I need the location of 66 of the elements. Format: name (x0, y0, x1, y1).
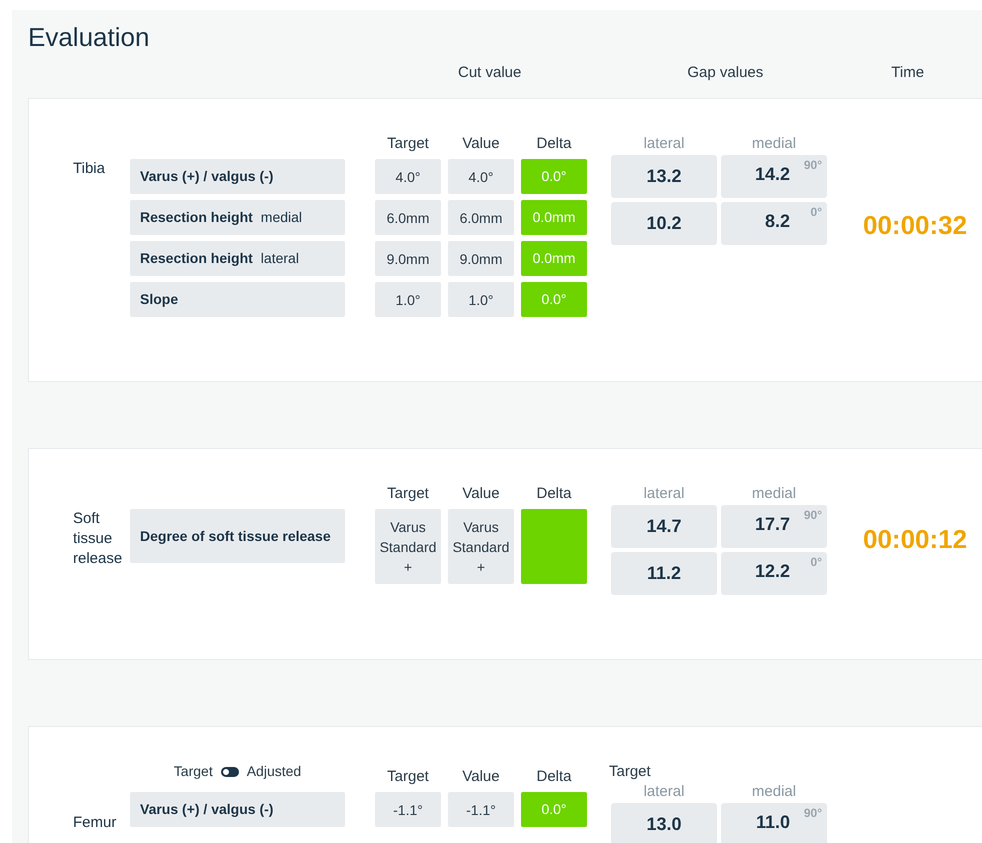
column-header: Delta (535, 767, 573, 786)
gap-header: lateral (642, 782, 686, 801)
angle-label: 90° (802, 807, 822, 819)
delta-cell: 0.0mm (521, 200, 587, 235)
gap-cell: 11.0 90° (721, 803, 827, 843)
value-cell: 4.0° (448, 159, 514, 194)
gap-cell: 12.2 0° (721, 552, 827, 595)
page-title: Evaluation (28, 22, 150, 52)
target-cell: -1.1° (375, 792, 441, 827)
gap-cell: 8.2 0° (721, 202, 827, 245)
target-cell: Varus Standard + (375, 509, 441, 584)
section-label: Soft tissue release (73, 509, 124, 569)
delta-cell: 0.0° (521, 792, 587, 827)
row-label: Resection height lateral (130, 241, 345, 276)
delta-cell: 0.0mm (521, 241, 587, 276)
gap-header: lateral (642, 484, 686, 503)
column-header: Target (386, 767, 430, 786)
gap-cell: 14.7 (611, 505, 717, 548)
column-header: Value (461, 134, 501, 153)
value-cell: Varus Standard + (448, 509, 514, 584)
gap-cell: 13.0 (611, 803, 717, 843)
toggle-label: Adjusted (246, 762, 302, 781)
row-label: Slope (130, 282, 345, 317)
gap-header: medial (750, 484, 798, 503)
gap-cell: 10.2 (611, 202, 717, 245)
value-cell: 9.0mm (448, 241, 514, 276)
elapsed-time: 00:00:12 (863, 522, 968, 556)
delta-cell: 0.0° (521, 159, 587, 194)
column-header: Delta (535, 134, 573, 153)
gap-cell: 11.2 (611, 552, 717, 595)
gap-cell: 17.7 90° (721, 505, 827, 548)
column-header: Value (461, 767, 501, 786)
value-cell: 6.0mm (448, 200, 514, 235)
column-header: Value (461, 484, 501, 503)
gap-cell: 13.2 (611, 155, 717, 198)
row-label: Varus (+) / valgus (-) (130, 159, 345, 194)
column-header: Target (386, 134, 430, 153)
section-label: Femur (73, 813, 118, 833)
group-header: Gap values (687, 63, 764, 83)
group-header: Cut value (458, 63, 522, 83)
section-label: Tibia (73, 159, 106, 179)
column-header: Delta (535, 484, 573, 503)
gap-header: lateral (642, 134, 686, 153)
toggle-label: Target (174, 762, 213, 781)
value-cell: -1.1° (448, 792, 514, 827)
column-header: Target (386, 484, 430, 503)
group-header: Time (891, 63, 924, 83)
toggle-switch[interactable] (220, 766, 239, 776)
target-cell: 4.0° (375, 159, 441, 194)
gap-header: medial (750, 134, 798, 153)
elapsed-time: 00:00:32 (863, 208, 968, 242)
angle-label: 90° (802, 509, 822, 521)
value-cell: 1.0° (448, 282, 514, 317)
angle-label: 0° (810, 556, 822, 568)
target-cell: 9.0mm (375, 241, 441, 276)
target-cell: 6.0mm (375, 200, 441, 235)
target-cell: 1.0° (375, 282, 441, 317)
row-label: Varus (+) / valgus (-) (130, 792, 345, 827)
gap-cell: 14.2 90° (721, 155, 827, 198)
row-label: Degree of soft tissue release (130, 509, 345, 563)
delta-cell: 0.0° (521, 282, 587, 317)
row-label: Resection height medial (130, 200, 345, 235)
angle-label: 0° (810, 206, 822, 218)
gap-header: medial (750, 782, 798, 801)
angle-label: 90° (802, 159, 822, 171)
gap-title: Target (609, 762, 652, 781)
